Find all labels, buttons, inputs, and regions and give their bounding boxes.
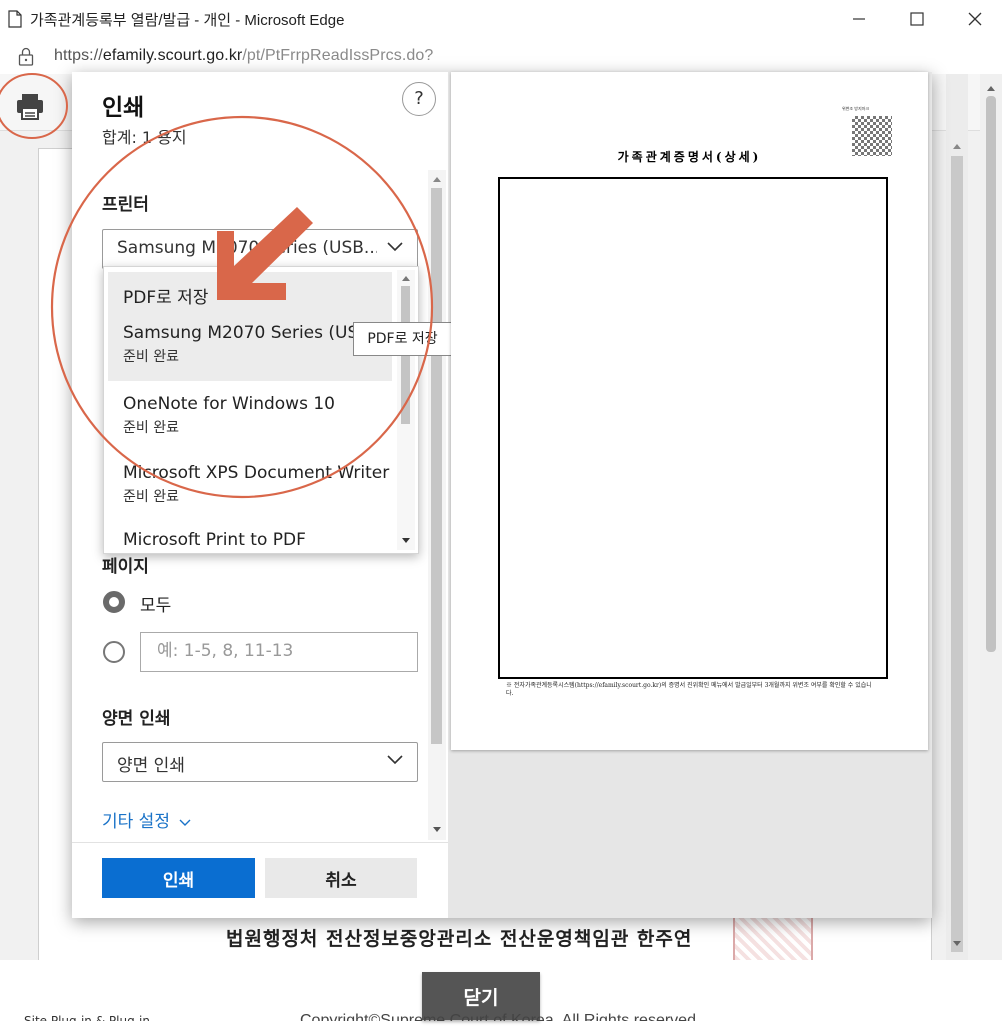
printer-option-print-to-pdf[interactable]: Microsoft Print to PDF <box>108 521 392 553</box>
pages-range-input[interactable] <box>155 633 399 669</box>
printer-option-pdf[interactable]: PDF로 저장 <box>108 272 392 314</box>
address-bar[interactable]: https://efamily.scourt.go.kr/pt/PtFrrpRe… <box>0 38 1002 75</box>
settings-scroll-up-icon[interactable] <box>428 172 446 186</box>
qr-caption: 위변조 방지마크 <box>842 106 870 111</box>
cancel-button[interactable]: 취소 <box>265 858 417 898</box>
printer-option-name: Microsoft XPS Document Writer <box>123 463 390 483</box>
printer-select-value: Samsung M2070 Series (USB... <box>117 238 377 258</box>
official-seal-image <box>733 912 813 962</box>
dropdown-scroll-up-icon[interactable] <box>397 272 415 284</box>
duplex-label: 양면 인쇄 <box>102 709 171 729</box>
certificate-content-box <box>498 177 888 679</box>
window-title-bar: 가족관계등록부 열람/발급 - 개인 - Microsoft Edge <box>0 0 1002 39</box>
print-dialog-title: 인쇄 <box>102 95 145 121</box>
page-scrollbar[interactable] <box>980 74 1002 1026</box>
printer-option-xps[interactable]: Microsoft XPS Document Writer 준비 완료 <box>108 453 392 520</box>
document-scroll-thumb[interactable] <box>951 156 963 952</box>
printer-option-name: PDF로 저장 <box>123 288 209 308</box>
more-settings-link[interactable]: 기타 설정 <box>102 807 191 832</box>
certificate-note: ※ 전자가족관계등록시스템(https://efamily.scourt.go.… <box>506 682 872 697</box>
certificate-title: 가족관계증명서(상세) <box>617 150 762 164</box>
close-icon <box>968 12 982 26</box>
close-window-button[interactable] <box>952 4 998 34</box>
minimize-button[interactable] <box>836 4 882 34</box>
settings-scroll-thumb[interactable] <box>431 188 442 744</box>
url-text[interactable]: https://efamily.scourt.go.kr/pt/PtFrrpRe… <box>54 47 433 65</box>
maximize-icon <box>910 12 924 26</box>
settings-scroll-down-icon[interactable] <box>428 822 446 836</box>
printer-option-onenote[interactable]: OneNote for Windows 10 준비 완료 <box>108 384 392 451</box>
issuer-signature: 법원행정처 전산정보중앙관리소 전산운영책임관 한주연 <box>226 928 693 950</box>
printer-option-status: 준비 완료 <box>123 420 179 436</box>
maximize-button[interactable] <box>894 4 940 34</box>
printer-dropdown-list[interactable]: PDF로 저장 Samsung M2070 Series (USB001) 준비… <box>103 266 419 554</box>
duplex-select-value: 양면 인쇄 <box>117 756 185 776</box>
page-scroll-thumb[interactable] <box>986 96 996 652</box>
document-scrollbar[interactable] <box>946 74 968 960</box>
url-path: /pt/PtFrrpReadIssPrcs.do? <box>242 47 434 64</box>
sheet-count: 합계: 1 용지 <box>102 128 187 147</box>
pages-all-label[interactable]: 모두 <box>140 591 171 616</box>
settings-scrollbar[interactable] <box>428 170 446 840</box>
chevron-down-icon <box>387 242 403 252</box>
window-title: 가족관계등록부 열람/발급 - 개인 - Microsoft Edge <box>30 12 345 29</box>
printer-select[interactable]: Samsung M2070 Series (USB... <box>102 229 418 269</box>
tooltip: PDF로 저장 <box>353 322 452 356</box>
chevron-down-icon <box>179 819 191 826</box>
printer-option-status: 준비 완료 <box>123 489 179 505</box>
document-icon <box>8 10 22 28</box>
pages-range-field[interactable] <box>140 632 418 672</box>
printer-option-samsung[interactable]: Samsung M2070 Series (USB001) 준비 완료 <box>108 314 409 381</box>
printer-icon[interactable] <box>10 86 50 126</box>
lock-icon[interactable] <box>17 47 35 67</box>
print-button[interactable]: 인쇄 <box>102 858 255 898</box>
pages-label: 페이지 <box>102 557 149 577</box>
page-scroll-up-icon[interactable] <box>980 80 1002 96</box>
url-scheme: https:// <box>54 47 103 64</box>
dropdown-scrollbar[interactable] <box>397 270 415 550</box>
dropdown-scroll-down-icon[interactable] <box>397 534 415 546</box>
printer-option-name: Microsoft Print to PDF <box>123 530 306 550</box>
url-host: efamily.scourt.go.kr <box>102 47 243 64</box>
scroll-down-arrow-icon[interactable] <box>946 936 968 952</box>
pages-all-radio[interactable] <box>103 591 125 613</box>
pages-custom-radio[interactable] <box>103 641 125 663</box>
duplex-select[interactable]: 양면 인쇄 <box>102 742 418 782</box>
help-button[interactable]: ? <box>402 82 436 116</box>
more-settings-label: 기타 설정 <box>102 812 170 832</box>
printer-option-name: OneNote for Windows 10 <box>123 394 335 414</box>
chevron-down-icon <box>387 755 403 765</box>
printer-label: 프린터 <box>102 195 149 215</box>
minimize-icon <box>853 18 865 20</box>
dialog-footer-divider <box>72 842 448 843</box>
printer-option-status: 준비 완료 <box>123 349 179 365</box>
scroll-up-arrow-icon[interactable] <box>946 138 968 154</box>
